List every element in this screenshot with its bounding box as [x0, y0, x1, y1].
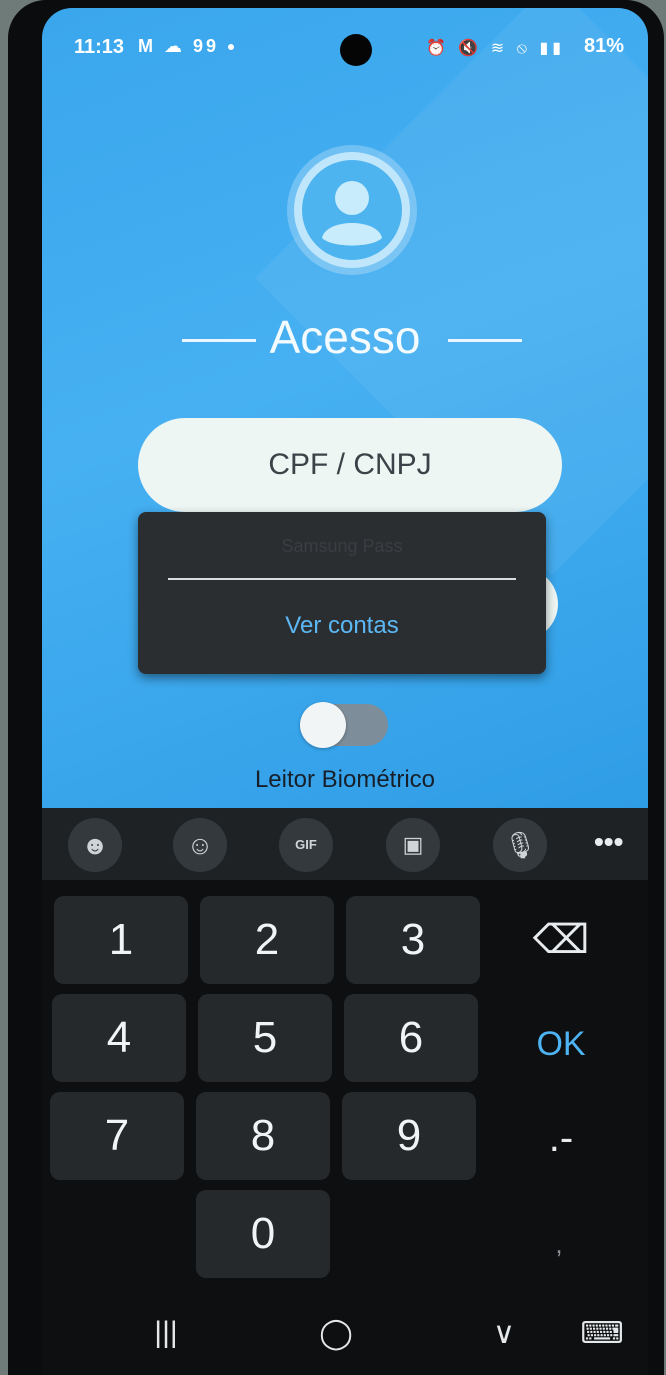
key-8[interactable]: 8	[196, 1092, 330, 1180]
autofill-hint: Samsung Pass	[281, 536, 403, 556]
punctuation-key[interactable]: .-	[494, 1094, 628, 1182]
key-4[interactable]: 4	[52, 994, 186, 1082]
battery-level: 81%	[584, 35, 625, 57]
phone-frame: 11:13 M ☁ 99 ⏰ 🔇 ≋ ⦸ ▮▮ 81% Acesso CPF /…	[8, 0, 664, 1375]
keyboard-icon[interactable]: ⌨	[572, 1316, 632, 1351]
microphone-icon[interactable]: 🎙	[493, 818, 547, 872]
clipboard-icon[interactable]: ▣	[386, 818, 440, 872]
title-row: Acesso	[42, 308, 648, 368]
more-options-icon[interactable]: •••	[594, 826, 623, 858]
status-time: 11:13	[74, 36, 125, 58]
comma-key[interactable]: ,	[492, 1200, 626, 1288]
view-accounts-button[interactable]: Ver contas	[138, 612, 546, 640]
key-1[interactable]: 1	[54, 896, 188, 984]
screen: 11:13 M ☁ 99 ⏰ 🔇 ≋ ⦸ ▮▮ 81% Acesso CPF /…	[42, 8, 648, 1375]
login-screen: 11:13 M ☁ 99 ⏰ 🔇 ≋ ⦸ ▮▮ 81% Acesso CPF /…	[42, 8, 648, 808]
keyboard-toolbar: ☻ ☺ GIF ▣ 🎙 •••	[42, 808, 648, 880]
sticker-icon[interactable]: ☺	[173, 818, 227, 872]
title-divider-right	[448, 339, 522, 342]
key-9[interactable]: 9	[342, 1092, 476, 1180]
more-notifications-dot-icon	[228, 44, 234, 50]
toggle-knob	[300, 702, 346, 748]
cpf-cnpj-input[interactable]: CPF / CNPJ	[138, 418, 562, 512]
user-avatar-icon	[294, 152, 410, 268]
system-status-icons: ⏰ 🔇 ≋ ⦸ ▮▮	[426, 40, 566, 57]
ok-key[interactable]: OK	[494, 1000, 628, 1088]
key-6[interactable]: 6	[344, 994, 478, 1082]
key-2[interactable]: 2	[200, 896, 334, 984]
autofill-divider	[168, 578, 516, 580]
numeric-keypad: 1 2 3 ⌫ 4 5 6 OK 7 8 9 .- 0 ,	[42, 880, 648, 1300]
biometric-toggle[interactable]	[300, 702, 388, 748]
backspace-icon[interactable]: ⌫	[494, 896, 628, 984]
notification-icons: M ☁ 99	[138, 36, 220, 56]
navigation-bar: ||| ◯ ∨ ⌨	[42, 1298, 648, 1375]
status-bar: 11:13 M ☁ 99 ⏰ 🔇 ≋ ⦸ ▮▮ 81%	[42, 8, 648, 88]
back-icon[interactable]: ∨	[474, 1316, 534, 1351]
key-3[interactable]: 3	[346, 896, 480, 984]
biometric-label: Leitor Biométrico	[254, 766, 436, 793]
emoji-icon[interactable]: ☻	[68, 818, 122, 872]
page-title: Acesso	[269, 311, 421, 363]
key-5[interactable]: 5	[198, 994, 332, 1082]
autofill-popup: Samsung Pass Ver contas	[138, 512, 546, 674]
gif-icon[interactable]: GIF	[279, 818, 333, 872]
home-icon[interactable]: ◯	[306, 1316, 366, 1351]
key-0[interactable]: 0	[196, 1190, 330, 1278]
recents-icon[interactable]: |||	[136, 1316, 196, 1350]
front-camera	[340, 34, 372, 66]
key-7[interactable]: 7	[50, 1092, 184, 1180]
